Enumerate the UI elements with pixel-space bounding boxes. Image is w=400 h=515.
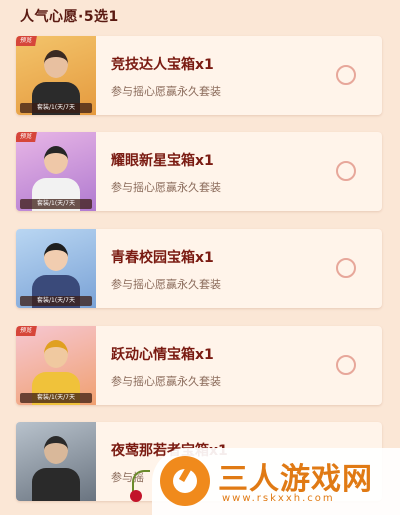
item-title: 青春校园宝箱x1 [111, 250, 214, 266]
watermark-url: www.rskxxh.com [222, 493, 335, 504]
duration-label: 套装/1(天/7天 [20, 393, 92, 403]
site-watermark: 三人游戏网 www.rskxxh.com [152, 448, 400, 515]
wish-item-3[interactable]: 套装/1(天/7天 青春校园宝箱x1 参与摇心愿赢永久套装 [16, 229, 382, 308]
item-subtitle: 参与摇心愿赢永久套装 [111, 375, 221, 388]
select-radio[interactable] [336, 65, 356, 85]
select-radio[interactable] [336, 161, 356, 181]
cherry-icon [130, 490, 142, 502]
wish-list: 预览 套装/1(天/7天 竞技达人宝箱x1 参与摇心愿赢永久套装 预览 套装/1… [0, 0, 400, 515]
item-thumbnail [16, 422, 96, 501]
item-title: 耀眼新星宝箱x1 [111, 153, 214, 169]
duration-label: 套装/1(天/7天 [20, 199, 92, 209]
select-radio[interactable] [336, 258, 356, 278]
site-logo-icon [160, 456, 210, 506]
wish-item-1[interactable]: 预览 套装/1(天/7天 竞技达人宝箱x1 参与摇心愿赢永久套装 [16, 36, 382, 115]
preview-badge: 预览 [16, 36, 37, 46]
item-title: 跃动心情宝箱x1 [111, 347, 214, 363]
item-thumbnail: 套装/1(天/7天 [16, 229, 96, 308]
preview-badge: 预览 [16, 132, 37, 142]
duration-label: 套装/1(天/7天 [20, 296, 92, 306]
item-subtitle: 参与摇心愿赢永久套装 [111, 85, 221, 98]
wish-item-2[interactable]: 预览 套装/1(天/7天 耀眼新星宝箱x1 参与摇心愿赢永久套装 [16, 132, 382, 211]
item-thumbnail: 预览 套装/1(天/7天 [16, 326, 96, 405]
wish-item-4[interactable]: 预览 套装/1(天/7天 跃动心情宝箱x1 参与摇心愿赢永久套装 [16, 326, 382, 405]
duration-label: 套装/1(天/7天 [20, 103, 92, 113]
select-radio[interactable] [336, 355, 356, 375]
item-title: 竞技达人宝箱x1 [111, 57, 214, 73]
item-thumbnail: 预览 套装/1(天/7天 [16, 132, 96, 211]
item-subtitle: 参与摇心愿赢永久套装 [111, 278, 221, 291]
item-thumbnail: 预览 套装/1(天/7天 [16, 36, 96, 115]
preview-badge: 预览 [16, 326, 37, 336]
watermark-site-name: 三人游戏网 [218, 462, 373, 497]
item-subtitle: 参与摇心愿赢永久套装 [111, 181, 221, 194]
